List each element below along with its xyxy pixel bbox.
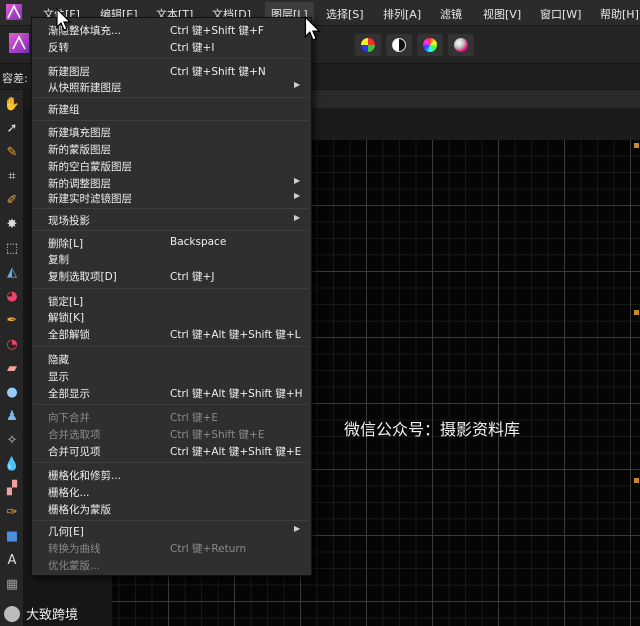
- watermark-text: 微信公众号：摄影资料库: [344, 420, 521, 439]
- mouse-cursor-icon: [304, 16, 322, 41]
- brand-watermark: 大致跨境: [4, 604, 78, 623]
- paint-brush-tool-icon[interactable]: ✒: [2, 310, 22, 330]
- menu-item-delete[interactable]: 删除[L] Backspace: [32, 235, 311, 251]
- menu-arrange[interactable]: 排列[A]: [383, 6, 421, 22]
- menu-item-new-empty-mask-layer[interactable]: 新的空白蒙版图层: [32, 158, 311, 174]
- menu-item-lock[interactable]: 锁定[L]: [32, 293, 311, 309]
- healing-brush-tool-icon[interactable]: ▞: [2, 478, 22, 498]
- selection-handle-top-right[interactable]: [634, 143, 639, 148]
- blemish-tool-icon[interactable]: ✧: [2, 430, 22, 450]
- menu-item-unlock-all[interactable]: 全部解锁 Ctrl 键+Alt 键+Shift 键+L: [32, 326, 311, 342]
- tolerance-label: 容差:: [2, 72, 28, 85]
- menu-item-rasterize-and-trim[interactable]: 栅格化和修剪...: [32, 467, 311, 483]
- menu-item-invert[interactable]: 反转 Ctrl 键+I: [32, 39, 311, 55]
- menu-item-rasterize-to-mask[interactable]: 栅格化为蒙版: [32, 501, 311, 517]
- persona-photo-icon[interactable]: [8, 32, 30, 54]
- marquee-tool-icon[interactable]: ⬚: [2, 238, 22, 258]
- rectangle-tool-icon[interactable]: ■: [2, 526, 22, 546]
- color-replacement-tool-icon[interactable]: ◔: [2, 334, 22, 354]
- layer-menu-dropdown: 渐隐整体填充... Ctrl 键+Shift 键+F 反转 Ctrl 键+I 新建图…: [31, 17, 312, 576]
- menu-help[interactable]: 帮助[H]: [600, 6, 639, 22]
- submenu-arrow-icon: ▶: [294, 80, 301, 89]
- gradient-tool-icon[interactable]: ◕: [2, 286, 22, 306]
- menu-item-fade-fill[interactable]: 渐隐整体填充... Ctrl 键+Shift 键+F: [32, 22, 311, 38]
- menu-filters[interactable]: 滤镜: [440, 6, 462, 22]
- tools-panel: ✋ ➚ ✎ ⌗ ✐ ✸ ⬚ ◭ ◕ ✒ ◔ ▰ ● ♟ ✧ 💧 ▞ ✑ ■ A …: [0, 90, 24, 626]
- move-tool-icon[interactable]: ➚: [2, 118, 22, 138]
- menu-window[interactable]: 窗口[W]: [540, 6, 581, 22]
- crop-tool-icon[interactable]: ⌗: [2, 166, 22, 186]
- menu-item-live-projection[interactable]: 现场投影 ▶: [32, 212, 311, 228]
- mesh-warp-tool-icon[interactable]: ▦: [2, 574, 22, 594]
- menu-item-geometry[interactable]: 几何[E] ▶: [32, 523, 311, 539]
- color-picker-tool-icon[interactable]: ✎: [2, 142, 22, 162]
- pen-tool-icon[interactable]: ✑: [2, 502, 22, 522]
- flood-select-tool-icon[interactable]: ✸: [2, 214, 22, 234]
- hand-tool-icon[interactable]: ✋: [2, 94, 22, 114]
- menu-item-new-from-snapshot[interactable]: 从快照新建图层 ▶: [32, 79, 311, 95]
- menu-item-duplicate[interactable]: 复制: [32, 251, 311, 267]
- menu-select[interactable]: 选择[S]: [326, 6, 364, 22]
- document-tab-strip: [310, 90, 640, 108]
- blur-tool-icon[interactable]: 💧: [2, 454, 22, 474]
- menu-item-convert-to-curves: 转换为曲线 Ctrl 键+Return: [48, 543, 247, 555]
- menu-item-new-fill-layer[interactable]: 新建填充图层: [32, 124, 311, 140]
- menu-item-new-live-filter-layer[interactable]: 新建实时滤镜图层 ▶: [32, 190, 311, 206]
- mouse-cursor-icon: [56, 8, 72, 31]
- menu-item-duplicate-selection[interactable]: 复制选取项[D] Ctrl 键+J: [32, 268, 311, 284]
- submenu-arrow-icon: ▶: [294, 191, 301, 200]
- text-tool-icon[interactable]: A: [2, 550, 22, 570]
- brand-logo-icon: [4, 606, 20, 622]
- menu-item-show[interactable]: 显示: [32, 368, 311, 384]
- selection-handle-bottom-right[interactable]: [634, 478, 639, 483]
- brand-text: 大致跨境: [26, 608, 79, 623]
- submenu-arrow-icon: ▶: [294, 524, 301, 533]
- dodge-tool-icon[interactable]: ●: [2, 382, 22, 402]
- selection-brush-tool-icon[interactable]: ✐: [2, 190, 22, 210]
- menu-item-merge-visible[interactable]: 合并可见项 Ctrl 键+Alt 键+Shift 键+E: [32, 443, 311, 459]
- contrast-icon[interactable]: [386, 34, 412, 56]
- hsl-icon[interactable]: [417, 34, 443, 56]
- menu-item-unlock[interactable]: 解锁[K]: [32, 309, 311, 325]
- menu-item-new-group[interactable]: 新建组: [32, 101, 311, 117]
- menu-item-merge-selected: 合并选取项 Ctrl 键+Shift 键+E: [48, 429, 265, 441]
- menu-item-new-mask-layer[interactable]: 新的蒙版图层: [32, 141, 311, 157]
- menu-item-new-adjustment-layer[interactable]: 新的调整图层 ▶: [32, 175, 311, 191]
- clone-tool-icon[interactable]: ♟: [2, 406, 22, 426]
- menu-item-show-all[interactable]: 全部显示 Ctrl 键+Alt 键+Shift 键+H: [32, 385, 311, 401]
- submenu-arrow-icon: ▶: [294, 213, 301, 222]
- levels-icon[interactable]: [355, 34, 381, 56]
- submenu-arrow-icon: ▶: [294, 176, 301, 185]
- menu-item-hide[interactable]: 隐藏: [32, 351, 311, 367]
- white-balance-icon[interactable]: [448, 34, 474, 56]
- menu-item-rasterize[interactable]: 栅格化...: [32, 484, 311, 500]
- selection-handle-right[interactable]: [634, 310, 639, 315]
- flood-fill-tool-icon[interactable]: ◭: [2, 262, 22, 282]
- affinity-photo-logo-icon: [6, 4, 22, 20]
- menu-item-new-layer[interactable]: 新建图层 Ctrl 键+Shift 键+N: [32, 63, 311, 79]
- menu-view[interactable]: 视图[V]: [483, 6, 521, 22]
- erase-brush-tool-icon[interactable]: ▰: [2, 358, 22, 378]
- menu-item-refine-mask: 优化蒙版...: [48, 560, 101, 572]
- menu-item-merge-down: 向下合并 Ctrl 键+E: [48, 412, 218, 424]
